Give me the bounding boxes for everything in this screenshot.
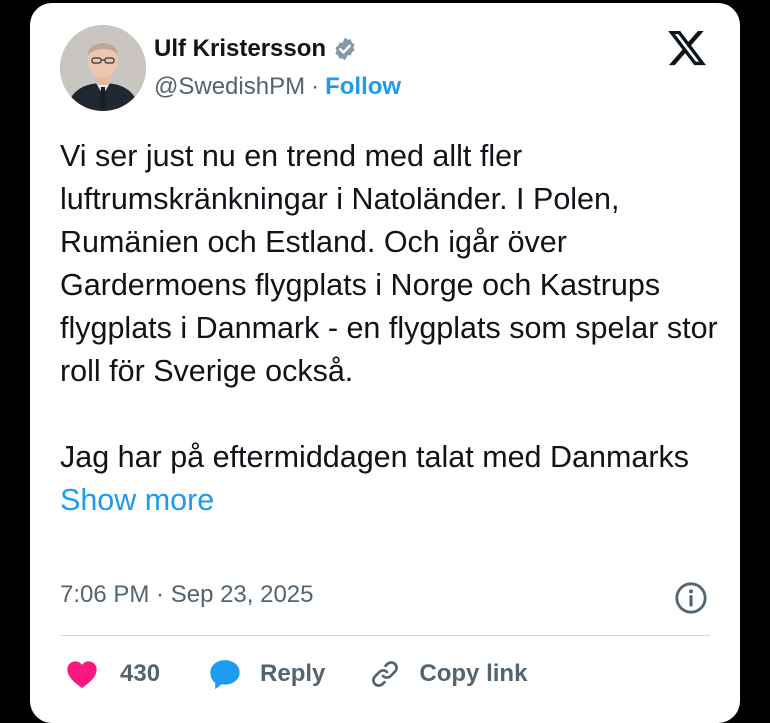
action-bar: 430 Reply Copy link bbox=[60, 653, 527, 695]
info-icon[interactable] bbox=[674, 581, 708, 615]
reply-label: Reply bbox=[260, 660, 326, 687]
divider bbox=[60, 635, 710, 636]
author-name-row: Ulf Kristersson bbox=[154, 35, 358, 63]
reply-icon bbox=[210, 660, 240, 690]
heart-icon bbox=[67, 661, 97, 688]
follow-button[interactable]: Follow bbox=[325, 73, 401, 101]
copy-link-button[interactable]: Copy link bbox=[369, 658, 527, 690]
like-button[interactable]: 430 bbox=[66, 659, 160, 689]
tweet-timestamp[interactable]: 7:06 PM · Sep 23, 2025 bbox=[60, 581, 314, 609]
tweet-paragraph-1: Vi ser just nu en trend med allt fler lu… bbox=[60, 139, 718, 388]
tweet-text: Vi ser just nu en trend med allt fler lu… bbox=[60, 135, 720, 522]
verified-badge-icon bbox=[335, 37, 355, 61]
x-logo-icon[interactable] bbox=[666, 27, 708, 69]
author-name[interactable]: Ulf Kristersson bbox=[154, 35, 326, 63]
show-more-link[interactable]: Show more bbox=[60, 483, 214, 517]
tweet-paragraph-2-text: Jag har på eftermiddagen talat med Danma… bbox=[60, 440, 689, 474]
avatar[interactable] bbox=[60, 25, 146, 111]
tweet-paragraph-2: Jag har på eftermiddagen talat med Danma… bbox=[60, 436, 720, 522]
separator-dot: · bbox=[311, 73, 320, 100]
copy-link-label: Copy link bbox=[419, 660, 528, 687]
tweet-card: Ulf Kristersson @SwedishPM · Follow Vi s… bbox=[30, 3, 740, 723]
link-icon bbox=[372, 661, 399, 687]
reply-button[interactable]: Reply bbox=[208, 658, 325, 690]
author-handle[interactable]: @SwedishPM bbox=[154, 73, 305, 101]
author-handle-row: @SwedishPM · Follow bbox=[154, 73, 401, 101]
avatar-image bbox=[60, 25, 146, 111]
like-count: 430 bbox=[120, 660, 161, 687]
